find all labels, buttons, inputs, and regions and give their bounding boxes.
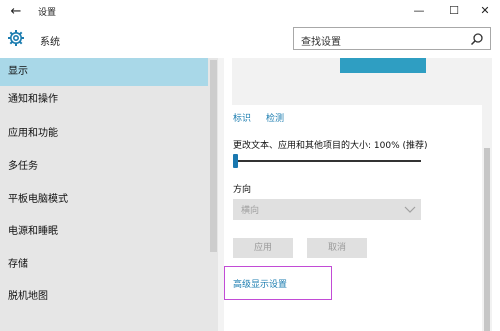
sidebar-item-tablet-mode[interactable]: 平板电脑模式 xyxy=(0,186,208,214)
advanced-display-settings-link[interactable]: 高级显示设置 xyxy=(233,277,287,290)
sidebar-item-apps-features[interactable]: 应用和功能 xyxy=(0,120,208,148)
search-placeholder: 查找设置 xyxy=(301,37,341,48)
sidebar-item-storage[interactable]: 存储 xyxy=(0,251,208,279)
orientation-dropdown[interactable]: 横向 xyxy=(233,199,421,220)
window-title: 设置 xyxy=(38,8,57,18)
sidebar-item-notifications[interactable]: 通知和操作 xyxy=(0,86,208,114)
scale-slider-track[interactable] xyxy=(235,160,421,162)
chevron-down-icon xyxy=(404,206,416,213)
monitor-preview[interactable] xyxy=(340,58,426,73)
search-input[interactable]: 查找设置 xyxy=(293,27,491,50)
gear-icon xyxy=(8,30,24,46)
monitor-preview-area xyxy=(232,58,484,105)
section-title: 系统 xyxy=(40,37,60,48)
scale-slider-thumb[interactable] xyxy=(233,154,238,168)
apply-button[interactable]: 应用 xyxy=(233,238,293,258)
minimize-button[interactable]: — xyxy=(407,2,431,20)
orientation-label: 方向 xyxy=(233,185,252,195)
sidebar: 显示 通知和操作 应用和功能 多任务 平板电脑模式 电源和睡眠 存储 脱机地图 xyxy=(0,58,218,331)
detect-link[interactable]: 检测 xyxy=(266,111,284,124)
sidebar-scrollbar[interactable] xyxy=(209,58,218,331)
settings-window: ← 设置 — ☐ ✕ 系统 查找设置 显示 通知和操作 应用和功能 多任务 平板… xyxy=(0,0,500,331)
orientation-value: 横向 xyxy=(241,206,260,216)
title-bar: ← 设置 — ☐ ✕ xyxy=(0,0,500,24)
page-header: 系统 查找设置 xyxy=(0,24,500,58)
sidebar-item-display[interactable]: 显示 xyxy=(0,58,208,86)
sidebar-item-multitasking[interactable]: 多任务 xyxy=(0,153,208,181)
search-icon[interactable] xyxy=(470,32,484,46)
display-settings-panel: 标识 检测 更改文本、应用和其他项目的大小: 100% (推荐) 方向 横向 应… xyxy=(224,58,500,331)
identify-link[interactable]: 标识 xyxy=(233,111,251,124)
cancel-button[interactable]: 取消 xyxy=(307,238,367,258)
close-button[interactable]: ✕ xyxy=(473,2,497,20)
sidebar-item-power-sleep[interactable]: 电源和睡眠 xyxy=(0,218,208,246)
sidebar-item-offline-maps[interactable]: 脱机地图 xyxy=(0,283,208,311)
back-arrow-icon[interactable]: ← xyxy=(6,2,26,22)
scale-label: 更改文本、应用和其他项目的大小: 100% (推荐) xyxy=(233,141,428,151)
sidebar-scrollbar-thumb[interactable] xyxy=(210,60,217,252)
main-scrollbar-thumb[interactable] xyxy=(484,148,490,331)
maximize-button[interactable]: ☐ xyxy=(442,2,466,20)
main-scrollbar[interactable] xyxy=(482,58,492,331)
